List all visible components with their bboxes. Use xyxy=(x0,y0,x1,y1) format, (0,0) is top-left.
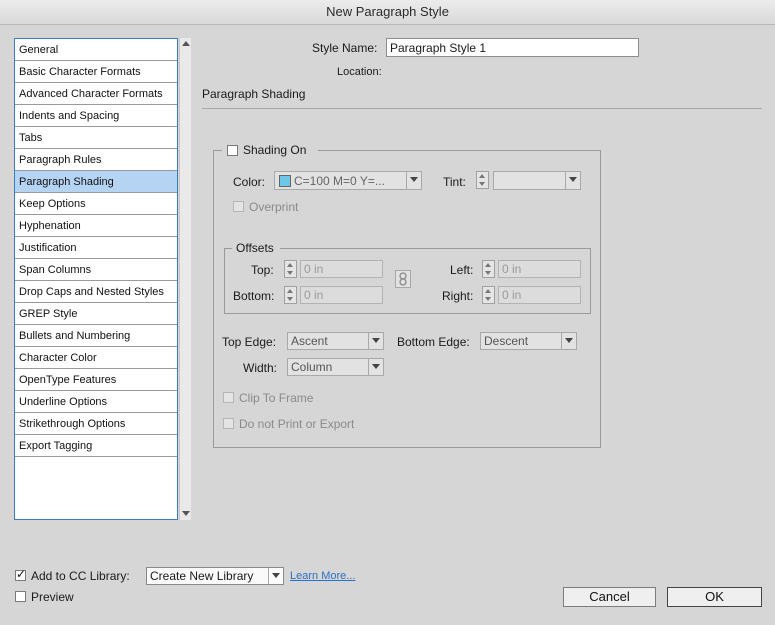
category-item[interactable]: Keep Options xyxy=(15,193,177,215)
offset-top-stepper[interactable] xyxy=(284,260,297,278)
width-dropdown[interactable]: Column xyxy=(287,358,384,376)
offset-left-label: Left: xyxy=(450,263,474,277)
bottom-edge-label: Bottom Edge: xyxy=(397,335,470,349)
style-name-label: Style Name: xyxy=(312,41,378,55)
location-label: Location: xyxy=(337,66,382,78)
category-item[interactable]: Advanced Character Formats xyxy=(15,83,177,105)
shading-on-label: Shading On xyxy=(243,143,307,157)
color-dropdown[interactable]: C=100 M=0 Y=... xyxy=(274,171,422,190)
offset-left-stepper[interactable] xyxy=(482,260,495,278)
offset-bottom-input[interactable]: 0 in xyxy=(300,286,383,304)
section-title: Paragraph Shading xyxy=(202,87,306,101)
chevron-down-icon xyxy=(565,172,580,189)
category-item[interactable]: Justification xyxy=(15,237,177,259)
tint-label: Tint: xyxy=(443,175,466,189)
overprint-label: Overprint xyxy=(249,200,299,214)
preview-checkbox[interactable] xyxy=(15,591,26,602)
category-item[interactable]: Strikethrough Options xyxy=(15,413,177,435)
divider xyxy=(202,108,762,109)
offset-left-input[interactable]: 0 in xyxy=(498,260,581,278)
overprint-checkbox[interactable] xyxy=(233,201,244,212)
category-item[interactable]: Paragraph Shading xyxy=(15,171,177,193)
category-item[interactable]: Drop Caps and Nested Styles xyxy=(15,281,177,303)
offset-right-label: Right: xyxy=(442,289,474,303)
shading-on-checkbox[interactable] xyxy=(227,145,238,156)
category-scrollbar[interactable] xyxy=(179,38,191,520)
no-print-checkbox[interactable] xyxy=(223,418,234,429)
category-item[interactable]: Indents and Spacing xyxy=(15,105,177,127)
category-item[interactable]: General xyxy=(15,39,177,61)
offset-top-label: Top: xyxy=(251,263,274,277)
library-value: Create New Library xyxy=(150,569,254,583)
top-edge-dropdown[interactable]: Ascent xyxy=(287,332,384,350)
scroll-thumb[interactable] xyxy=(181,52,190,504)
bottom-edge-dropdown[interactable]: Descent xyxy=(480,332,577,350)
top-edge-value: Ascent xyxy=(291,334,328,348)
offset-right-input[interactable]: 0 in xyxy=(498,286,581,304)
add-cc-checkbox[interactable] xyxy=(15,567,26,581)
category-item[interactable]: Hyphenation xyxy=(15,215,177,237)
style-name-input[interactable]: Paragraph Style 1 xyxy=(386,38,639,57)
clip-to-frame-checkbox[interactable] xyxy=(223,392,234,403)
offset-right-stepper[interactable] xyxy=(482,286,495,304)
bottom-edge-value: Descent xyxy=(484,334,529,348)
scroll-up-icon[interactable] xyxy=(182,41,190,46)
category-item[interactable]: Basic Character Formats xyxy=(15,61,177,83)
link-chain-icon[interactable] xyxy=(395,270,411,288)
chevron-down-icon xyxy=(561,333,576,349)
chevron-down-icon xyxy=(268,568,283,584)
category-item[interactable]: Span Columns xyxy=(15,259,177,281)
category-item[interactable]: Tabs xyxy=(15,127,177,149)
category-item[interactable]: Paragraph Rules xyxy=(15,149,177,171)
scroll-down-icon[interactable] xyxy=(182,511,190,516)
category-item[interactable]: OpenType Features xyxy=(15,369,177,391)
category-item[interactable]: GREP Style xyxy=(15,303,177,325)
learn-more-link[interactable]: Learn More... xyxy=(290,570,355,582)
color-value: C=100 M=0 Y=... xyxy=(294,174,385,188)
cancel-button[interactable]: Cancel xyxy=(563,587,656,607)
tint-dropdown[interactable] xyxy=(493,171,581,190)
offset-bottom-stepper[interactable] xyxy=(284,286,297,304)
library-dropdown[interactable]: Create New Library xyxy=(146,567,284,585)
color-label: Color: xyxy=(233,175,266,189)
category-item[interactable]: Bullets and Numbering xyxy=(15,325,177,347)
preview-label: Preview xyxy=(31,590,74,604)
clip-to-frame-label: Clip To Frame xyxy=(239,391,314,405)
width-value: Column xyxy=(291,360,333,374)
chevron-down-icon xyxy=(368,333,383,349)
window-title: New Paragraph Style xyxy=(0,0,775,25)
add-cc-label: Add to CC Library: xyxy=(31,569,130,583)
offsets-label: Offsets xyxy=(236,241,274,255)
top-edge-label: Top Edge: xyxy=(222,335,277,349)
chevron-down-icon xyxy=(368,359,383,375)
no-print-label: Do not Print or Export xyxy=(239,417,355,431)
chevron-down-icon xyxy=(406,172,421,189)
width-label: Width: xyxy=(243,361,278,375)
category-item[interactable]: Underline Options xyxy=(15,391,177,413)
offset-top-input[interactable]: 0 in xyxy=(300,260,383,278)
color-swatch-icon xyxy=(279,175,291,187)
ok-button[interactable]: OK xyxy=(667,587,762,607)
category-item[interactable]: Character Color xyxy=(15,347,177,369)
category-item[interactable]: Export Tagging xyxy=(15,435,177,457)
offset-bottom-label: Bottom: xyxy=(233,289,275,303)
tint-stepper[interactable] xyxy=(476,171,489,189)
category-list[interactable]: General Basic Character Formats Advanced C… xyxy=(14,38,178,520)
